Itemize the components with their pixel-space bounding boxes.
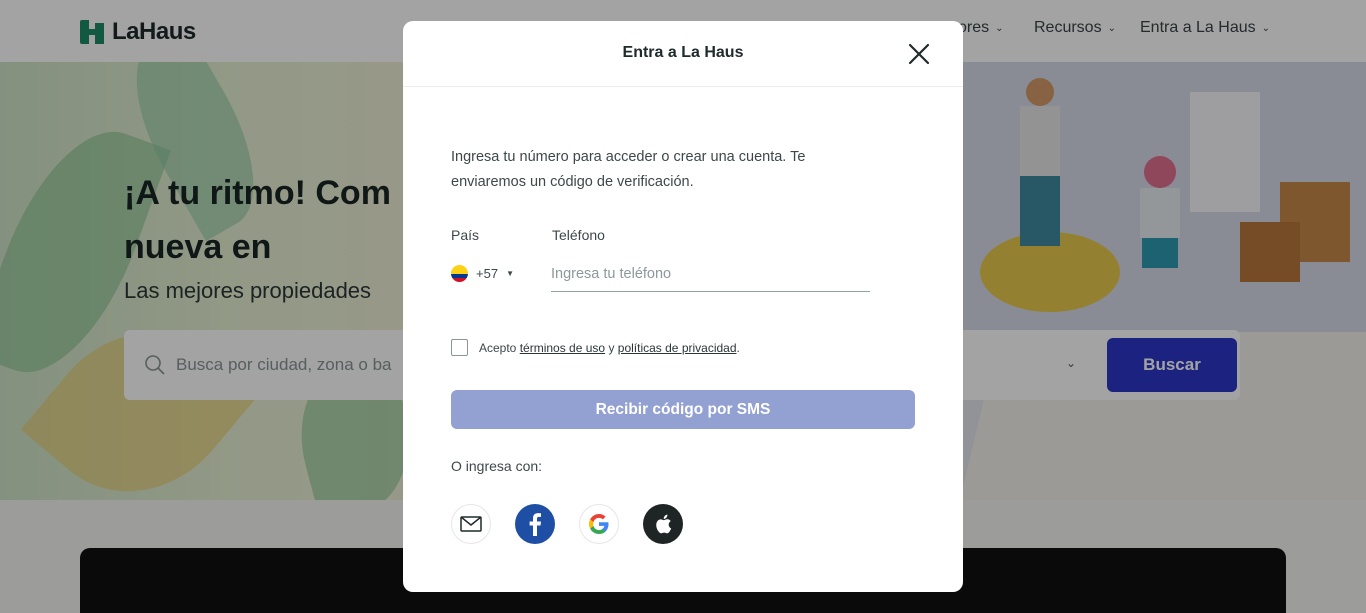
facebook-login-button[interactable] xyxy=(515,504,555,544)
terms-row: Acepto términos de uso y políticas de pr… xyxy=(451,339,740,356)
email-login-button[interactable] xyxy=(451,504,491,544)
apple-login-button[interactable] xyxy=(643,504,683,544)
modal-intro-text: Ingresa tu número para acceder o crear u… xyxy=(451,149,806,190)
colombia-flag-icon xyxy=(451,265,468,282)
google-login-button[interactable] xyxy=(579,504,619,544)
terms-checkbox[interactable] xyxy=(451,339,468,356)
country-code-selector[interactable]: +57 ▼ xyxy=(451,265,514,282)
or-login-with-text: O ingresa con: xyxy=(451,458,543,474)
modal-header: Entra a La Haus xyxy=(403,21,963,87)
privacy-policy-link[interactable]: políticas de privacidad xyxy=(618,341,737,355)
login-modal: Entra a La Haus Ingresa tu número para a… xyxy=(403,21,963,592)
apple-icon xyxy=(656,514,672,534)
modal-title: Entra a La Haus xyxy=(622,44,744,61)
terms-of-use-link[interactable]: términos de uso xyxy=(520,341,605,355)
mail-icon xyxy=(460,516,482,532)
phone-input[interactable] xyxy=(551,257,870,292)
country-code: +57 xyxy=(476,266,499,281)
close-icon[interactable] xyxy=(906,41,932,67)
facebook-icon xyxy=(529,513,541,536)
terms-suffix: . xyxy=(736,340,740,355)
country-label: País xyxy=(451,227,480,243)
caret-down-icon: ▼ xyxy=(506,269,514,278)
send-sms-code-button[interactable]: Recibir código por SMS xyxy=(451,390,915,429)
phone-label: Teléfono xyxy=(552,227,605,243)
google-icon xyxy=(589,514,609,534)
terms-prefix: Acepto xyxy=(479,340,517,355)
